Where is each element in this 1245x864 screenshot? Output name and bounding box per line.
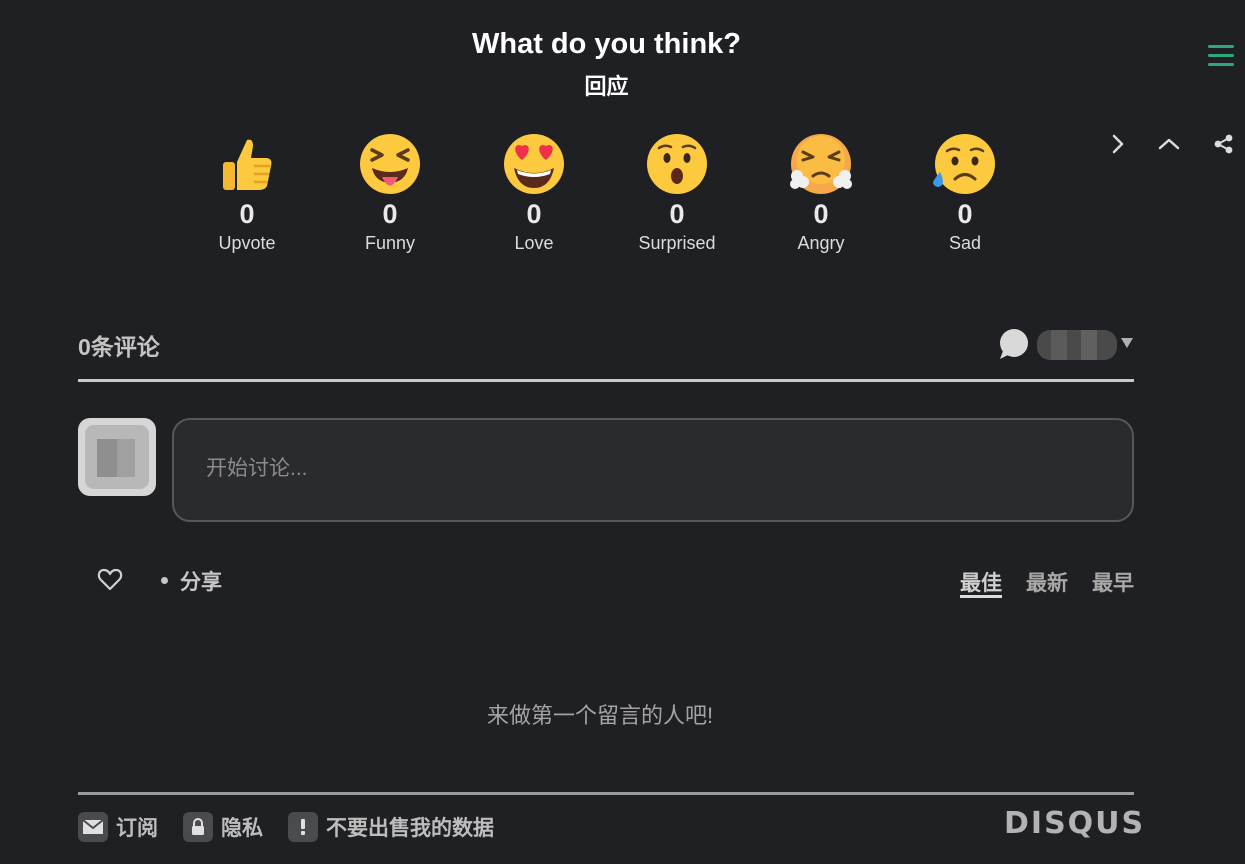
subscribe-label: 订阅 — [116, 817, 158, 840]
divider — [78, 792, 1134, 795]
comment-count: 0条评论 — [78, 334, 160, 360]
reaction-count: 0 — [669, 199, 685, 229]
reaction-count: 0 — [813, 199, 829, 229]
share-label: 分享 — [180, 571, 222, 594]
comment-input[interactable] — [204, 448, 1088, 490]
page-subtitle: 回应 — [584, 74, 629, 99]
reaction-label: Love — [514, 233, 554, 253]
lock-icon — [183, 812, 213, 842]
reaction-sad[interactable]: 0 Sad — [893, 132, 1037, 254]
sort-oldest[interactable]: 最早 — [1092, 567, 1134, 597]
share-button[interactable]: 分享 — [161, 566, 222, 596]
login-dropdown[interactable] — [997, 326, 1137, 362]
envelope-icon — [78, 812, 108, 842]
reaction-surprised[interactable]: 0 Surprised — [605, 132, 749, 254]
sort-best[interactable]: 最佳 — [960, 567, 1002, 597]
avatar — [78, 418, 156, 496]
bullet-dot — [161, 576, 168, 584]
laughing-tongue-icon — [360, 134, 420, 194]
thumbs-up-icon — [223, 139, 272, 190]
privacy-link[interactable]: 隐私 — [183, 812, 263, 842]
reaction-count: 0 — [382, 199, 398, 229]
user-name-blurred — [1037, 330, 1117, 360]
chevron-up-icon[interactable] — [1155, 130, 1183, 158]
do-not-sell-label: 不要出售我的数据 — [326, 817, 494, 840]
heart-eyes-icon — [504, 134, 564, 194]
chat-bubble-icon — [1000, 329, 1028, 359]
sad-sweat-icon — [933, 134, 995, 194]
reaction-funny[interactable]: 0 Funny — [318, 132, 462, 254]
reactions-bar: 0 Upvote 0 Funny 0 Love 0 Surprised 0 An… — [175, 132, 1035, 272]
sort-newest[interactable]: 最新 — [1026, 567, 1068, 597]
reaction-label: Angry — [797, 233, 845, 253]
empty-state-message: 来做第一个留言的人吧! — [486, 703, 714, 728]
reaction-count: 0 — [239, 199, 255, 229]
reaction-count: 0 — [526, 199, 542, 229]
reaction-label: Sad — [948, 233, 982, 253]
reaction-upvote[interactable]: 0 Upvote — [175, 132, 319, 254]
steam-from-nose-icon — [790, 134, 852, 194]
heart-icon[interactable] — [96, 566, 124, 594]
comment-composer[interactable] — [172, 418, 1134, 522]
chevron-right-icon[interactable] — [1104, 130, 1132, 158]
page-title: What do you think? — [471, 28, 741, 60]
reaction-label: Funny — [364, 233, 416, 253]
share-icon[interactable] — [1210, 130, 1238, 158]
disqus-logo[interactable]: DISQUS — [1004, 806, 1145, 841]
hamburger-icon[interactable] — [1208, 45, 1234, 69]
divider — [78, 379, 1134, 382]
reaction-label: Surprised — [638, 233, 716, 253]
subscribe-link[interactable]: 订阅 — [78, 812, 158, 842]
exclamation-icon — [288, 812, 318, 842]
sort-active-indicator — [960, 595, 1002, 598]
reaction-count: 0 — [957, 199, 973, 229]
privacy-label: 隐私 — [221, 817, 263, 840]
reaction-angry[interactable]: 0 Angry — [749, 132, 893, 254]
reaction-label: Upvote — [218, 233, 276, 253]
caret-down-icon — [1121, 338, 1133, 348]
do-not-sell-link[interactable]: 不要出售我的数据 — [288, 812, 494, 842]
hushed-face-icon — [647, 134, 707, 194]
reaction-love[interactable]: 0 Love — [462, 132, 606, 254]
